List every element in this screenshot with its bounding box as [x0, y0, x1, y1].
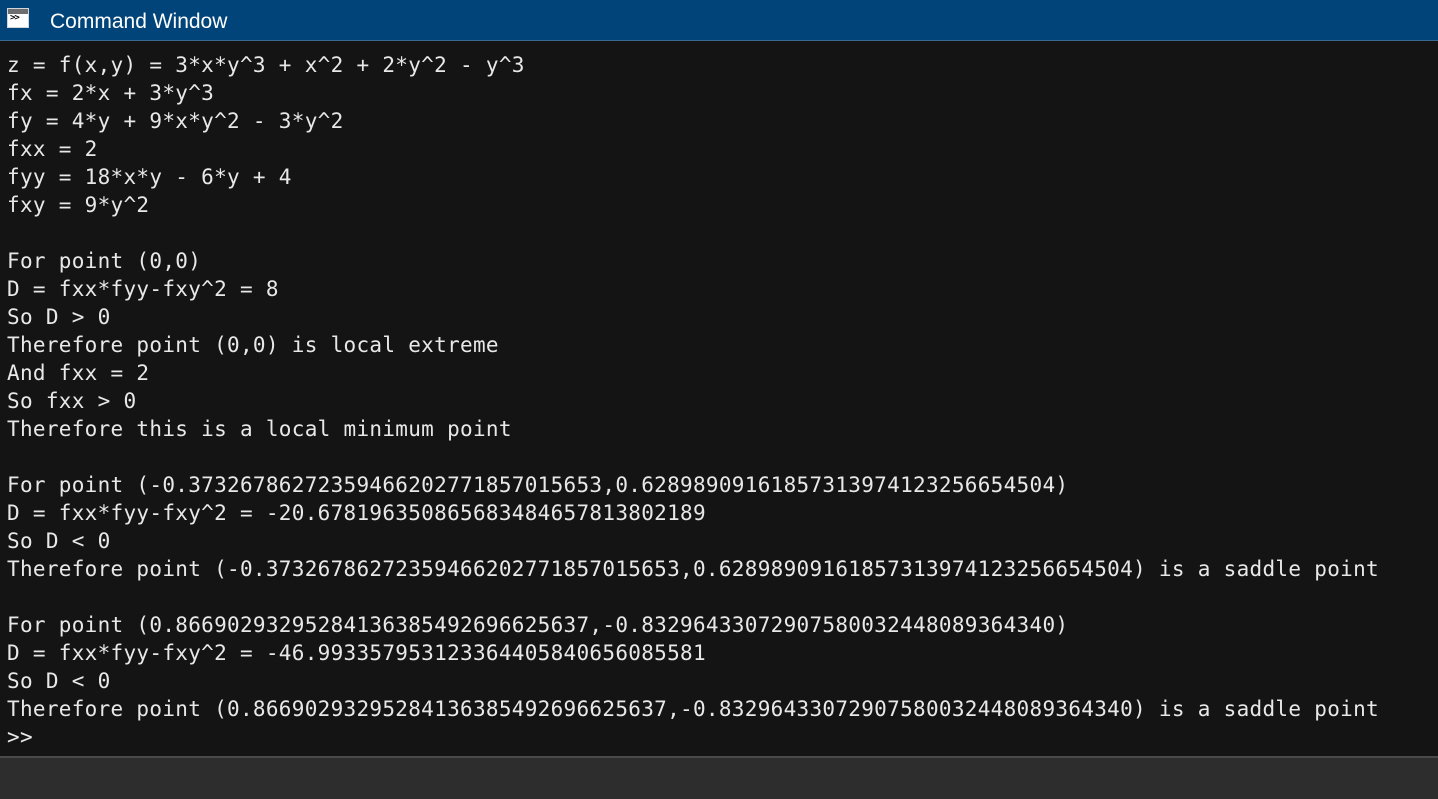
console-line: D = fxx*fyy-fxy^2 = -20.6781963508656834…	[7, 501, 706, 525]
command-window: >> Command Window z = f(x,y) = 3*x*y^3 +…	[0, 0, 1438, 799]
console-line: fyy = 18*x*y - 6*y + 4	[7, 165, 292, 189]
icon-prompt-glyph: >>	[10, 13, 20, 23]
console-line: For point (0.866902932952841363854926966…	[7, 613, 1069, 637]
console-line: For point (0,0)	[7, 249, 202, 273]
console-line: D = fxx*fyy-fxy^2 = 8	[7, 277, 279, 301]
console-line: Therefore point (-0.37326786272359466202…	[7, 557, 1379, 581]
console-line: So D < 0	[7, 669, 111, 693]
console-line: fx = 2*x + 3*y^3	[7, 81, 215, 105]
console-line: fxy = 9*y^2	[7, 193, 150, 217]
console-line: So fxx > 0	[7, 389, 137, 413]
console-line: fxx = 2	[7, 137, 98, 161]
console-line: And fxx = 2	[7, 361, 150, 385]
console-line: So D < 0	[7, 529, 111, 553]
console-line: Therefore this is a local minimum point	[7, 417, 512, 441]
console-line: z = f(x,y) = 3*x*y^3 + x^2 + 2*y^2 - y^3	[7, 53, 525, 77]
window-title: Command Window	[50, 10, 228, 33]
console-line: For point (-0.37326786272359466202771857…	[7, 473, 1069, 497]
command-window-icon: >>	[7, 8, 29, 28]
console-line: Therefore point (0.866902932952841363854…	[7, 697, 1379, 721]
command-prompt[interactable]: >>	[7, 723, 1379, 751]
console-line: Therefore point (0,0) is local extreme	[7, 333, 499, 357]
status-bar	[0, 756, 1438, 799]
console-line: So D > 0	[7, 305, 111, 329]
console-line: fy = 4*y + 9*x*y^2 - 3*y^2	[7, 109, 344, 133]
console-lines: z = f(x,y) = 3*x*y^3 + x^2 + 2*y^2 - y^3…	[7, 51, 1379, 751]
title-bar[interactable]: >> Command Window	[0, 0, 1438, 41]
console-output[interactable]: z = f(x,y) = 3*x*y^3 + x^2 + 2*y^2 - y^3…	[0, 42, 1438, 756]
console-line: D = fxx*fyy-fxy^2 = -46.9933579531233644…	[7, 641, 706, 665]
